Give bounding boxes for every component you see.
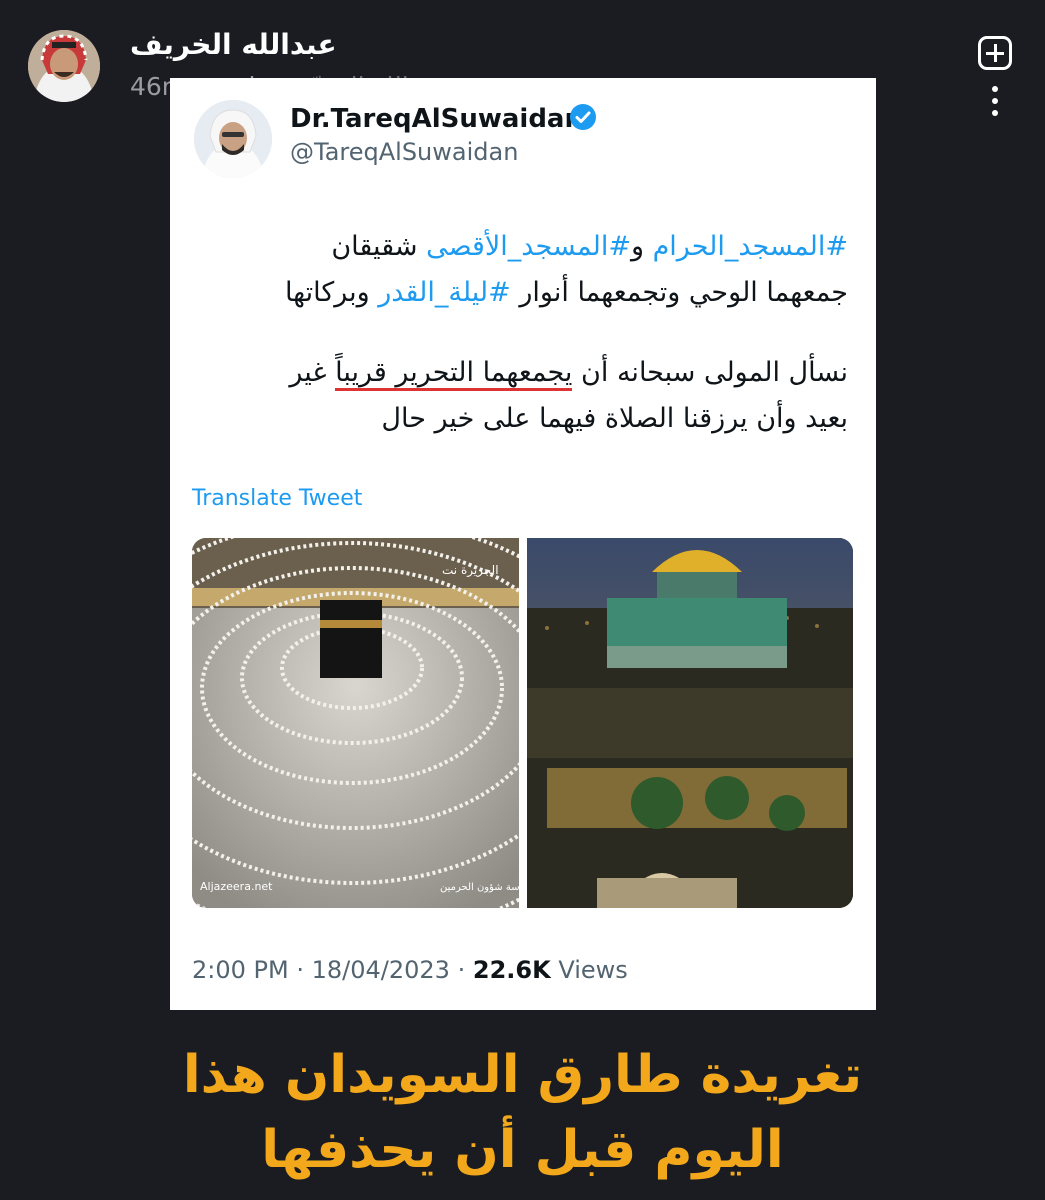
tweet-date: 18/04/2023 bbox=[311, 956, 450, 984]
story-caption-line-1: تغريدة طارق السويدان هذا bbox=[182, 1045, 863, 1105]
tweet-text: نسأل المولى سبحانه أن bbox=[572, 357, 848, 388]
views-count: 22.6K bbox=[472, 956, 551, 984]
tweet-handle[interactable]: @TareqAlSuwaidan bbox=[290, 138, 518, 166]
more-options-icon[interactable] bbox=[985, 86, 1005, 126]
story-caption-line-2: اليوم قبل أن يحذفها bbox=[261, 1120, 784, 1180]
kaaba-photo[interactable]: الجزيرة نت Aljazeera.net رئاسة شؤون الحر… bbox=[192, 538, 519, 908]
tweet-display-name[interactable]: Dr.TareqAlSuwaidan bbox=[290, 104, 583, 134]
tweet-line: #المسجد_الحرام و#المسجد_الأقصى شقيقان bbox=[198, 224, 848, 270]
tweet-card: Dr.TareqAlSuwaidan @TareqAlSuwaidan #الم… bbox=[170, 78, 876, 1010]
meta-separator: · bbox=[296, 956, 304, 984]
tweet-line: نسأل المولى سبحانه أن يجمعهما التحرير قر… bbox=[198, 350, 848, 396]
tweet-text: شقيقان bbox=[331, 231, 427, 262]
add-story-icon[interactable] bbox=[978, 36, 1012, 70]
al-aqsa-photo[interactable] bbox=[527, 538, 853, 908]
tweet-text: جمعهما الوحي وتجمعهما أنوار bbox=[510, 277, 848, 308]
photo-credit-label: رئاسة شؤون الحرمين bbox=[440, 882, 519, 893]
story-author-name[interactable]: عبدالله الخريف bbox=[130, 28, 337, 61]
tweet-text: و bbox=[630, 231, 653, 262]
views-label: Views bbox=[558, 956, 628, 984]
hashtag-link[interactable]: #المسجد_الأقصى bbox=[426, 231, 631, 262]
tweet-paragraph-1: #المسجد_الحرام و#المسجد_الأقصى شقيقان جم… bbox=[198, 224, 848, 316]
tweet-author-avatar[interactable] bbox=[194, 100, 272, 178]
tweet-line: بعيد وأن يرزقنا الصلاة فيهما على خير حال bbox=[381, 403, 848, 434]
verified-badge-icon bbox=[570, 104, 596, 130]
tweet-meta: 2:00 PM · 18/04/2023 · 22.6K Views bbox=[192, 956, 628, 984]
hashtag-link[interactable]: #ليلة_القدر bbox=[378, 277, 511, 308]
author-avatar[interactable] bbox=[28, 30, 100, 102]
tweet-text: غير bbox=[289, 357, 336, 388]
tweet-time: 2:00 PM bbox=[192, 956, 289, 984]
photo-brand-label: الجزيرة نت bbox=[442, 563, 499, 578]
tweet-paragraph-2: نسأل المولى سبحانه أن يجمعهما التحرير قر… bbox=[198, 350, 848, 442]
tweet-line: جمعهما الوحي وتجمعهما أنوار #ليلة_القدر … bbox=[198, 270, 848, 316]
underlined-phrase: يجمعهما التحرير قريباً bbox=[335, 357, 573, 391]
meta-separator: · bbox=[457, 956, 466, 984]
tweet-text: وبركاتها bbox=[284, 277, 379, 308]
hashtag-link[interactable]: #المسجد_الحرام bbox=[653, 231, 848, 262]
translate-tweet-link[interactable]: Translate Tweet bbox=[192, 486, 362, 511]
photo-source-label: Aljazeera.net bbox=[200, 880, 273, 893]
